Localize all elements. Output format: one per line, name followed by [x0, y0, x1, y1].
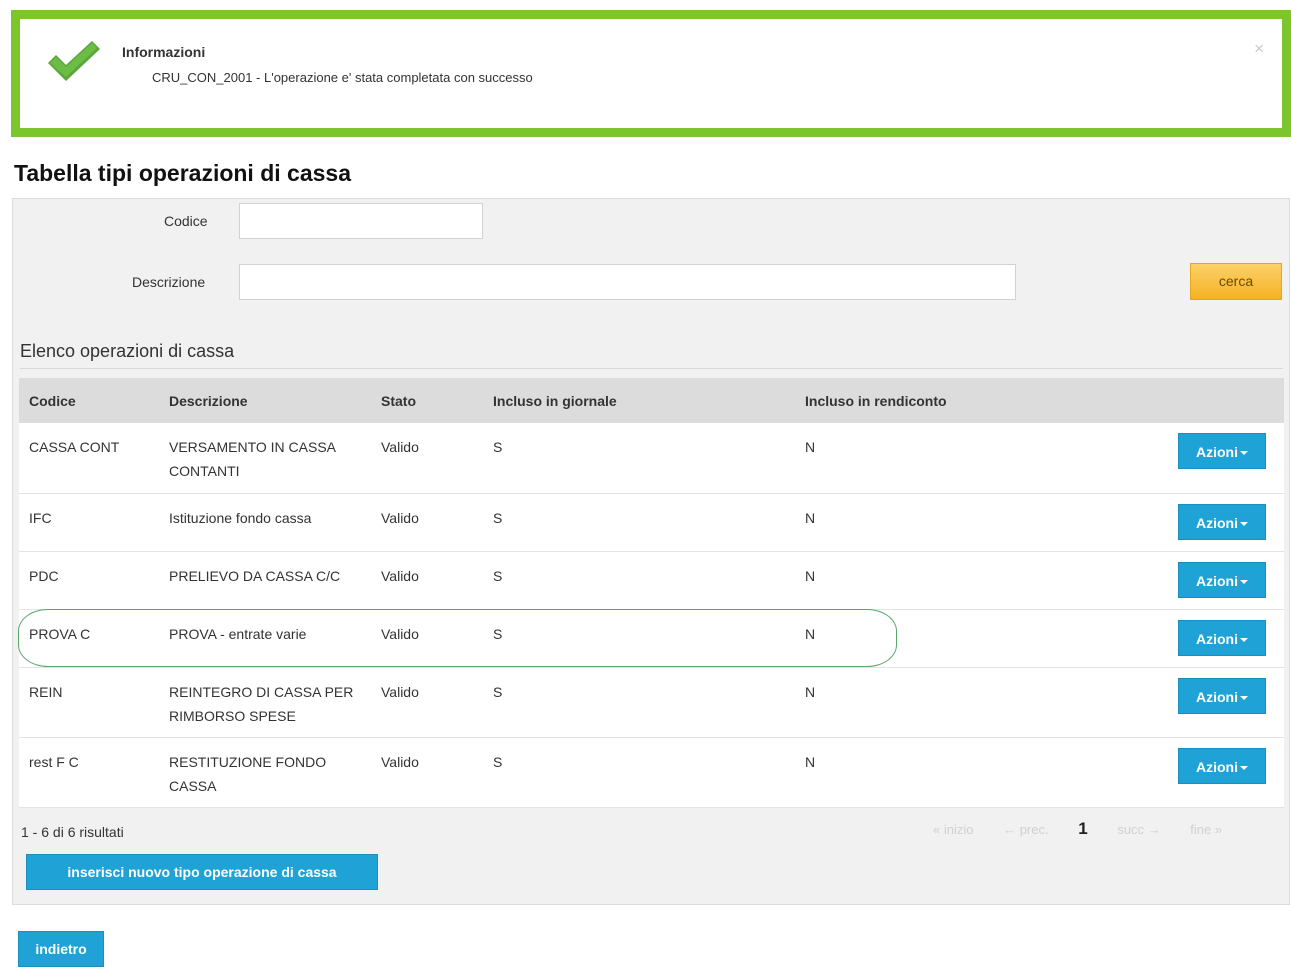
caret-down-icon	[1240, 579, 1248, 584]
table-row: PROVA C PROVA - entrate varie Valido S N…	[19, 609, 1284, 668]
alert-message: CRU_CON_2001 - L'operazione e' stata com…	[152, 70, 533, 85]
cell-codice: rest F C	[19, 737, 159, 808]
close-icon[interactable]: ×	[1254, 39, 1264, 59]
cell-giornale: S	[483, 551, 795, 610]
azioni-button[interactable]: Azioni	[1178, 503, 1266, 540]
cell-giornale: S	[483, 737, 795, 808]
cell-rendiconto: N	[795, 737, 1125, 808]
pager-current: 1	[1078, 819, 1088, 838]
table-row: REIN REINTEGRO DI CASSA PER RIMBORSO SPE…	[19, 667, 1284, 738]
column-header: Stato	[371, 378, 483, 423]
caret-down-icon	[1240, 695, 1248, 700]
cell-actions: Azioni	[1125, 609, 1284, 668]
azioni-button[interactable]: Azioni	[1178, 619, 1266, 656]
azioni-label: Azioni	[1196, 514, 1238, 531]
cell-descrizione: PRELIEVO DA CASSA C/C	[159, 551, 371, 610]
cell-actions: Azioni	[1125, 493, 1284, 552]
caret-down-icon	[1240, 521, 1248, 526]
cell-codice: IFC	[19, 493, 159, 552]
cell-descrizione: PROVA - entrate varie	[159, 609, 371, 668]
cell-rendiconto: N	[795, 493, 1125, 552]
new-operation-type-button[interactable]: inserisci nuovo tipo operazione di cassa	[26, 854, 378, 890]
pagination: « inizio ← prec. 1 succ → fine »	[933, 819, 1248, 839]
cell-rendiconto: N	[795, 667, 1125, 738]
cell-descrizione: RESTITUZIONE FONDO CASSA	[159, 737, 371, 808]
operations-table: Codice Descrizione Stato Incluso in gior…	[19, 378, 1284, 808]
back-button[interactable]: indietro	[18, 931, 104, 967]
success-alert: Informazioni CRU_CON_2001 - L'operazione…	[11, 10, 1291, 137]
caret-down-icon	[1240, 451, 1248, 456]
cell-descrizione: Istituzione fondo cassa	[159, 493, 371, 552]
table-row: rest F C RESTITUZIONE FONDO CASSA Valido…	[19, 737, 1284, 808]
column-header: Descrizione	[159, 378, 371, 423]
cell-actions: Azioni	[1125, 737, 1284, 808]
cell-rendiconto: N	[795, 609, 1125, 668]
pager-first[interactable]: « inizio	[933, 822, 973, 837]
pager-last[interactable]: fine »	[1190, 822, 1222, 837]
cell-codice: PROVA C	[19, 609, 159, 668]
descrizione-input[interactable]	[239, 264, 1016, 300]
alert-title: Informazioni	[122, 44, 206, 60]
codice-input[interactable]	[239, 203, 483, 239]
pager-next[interactable]: succ →	[1117, 822, 1160, 837]
search-panel: Codice Descrizione cerca Elenco operazio…	[12, 198, 1290, 905]
pager-prev[interactable]: ← prec.	[1003, 822, 1049, 837]
cell-giornale: S	[483, 423, 795, 494]
cell-codice: CASSA CONT	[19, 423, 159, 494]
cell-stato: Valido	[371, 737, 483, 808]
azioni-label: Azioni	[1196, 444, 1238, 460]
column-header: Incluso in rendiconto	[795, 378, 1125, 423]
cell-rendiconto: N	[795, 423, 1125, 494]
azioni-button[interactable]: Azioni	[1178, 433, 1266, 469]
cell-codice: REIN	[19, 667, 159, 738]
cell-descrizione: REINTEGRO DI CASSA PER RIMBORSO SPESE	[159, 667, 371, 738]
search-button[interactable]: cerca	[1190, 263, 1282, 300]
cell-giornale: S	[483, 493, 795, 552]
cell-actions: Azioni	[1125, 551, 1284, 610]
cell-codice: PDC	[19, 551, 159, 610]
azioni-label: Azioni	[1196, 572, 1238, 589]
azioni-button[interactable]: Azioni	[1178, 747, 1266, 784]
cell-stato: Valido	[371, 423, 483, 494]
cell-actions: Azioni	[1125, 667, 1284, 738]
table-row: PDC PRELIEVO DA CASSA C/C Valido S N Azi…	[19, 551, 1284, 610]
table-row: IFC Istituzione fondo cassa Valido S N A…	[19, 493, 1284, 552]
azioni-label: Azioni	[1196, 688, 1238, 705]
azioni-button[interactable]: Azioni	[1178, 677, 1266, 714]
caret-down-icon	[1240, 637, 1248, 642]
caret-down-icon	[1240, 765, 1248, 770]
list-title: Elenco operazioni di cassa	[20, 341, 1283, 369]
cell-rendiconto: N	[795, 551, 1125, 610]
page-title: Tabella tipi operazioni di cassa	[14, 160, 352, 186]
cell-stato: Valido	[371, 667, 483, 738]
table-header-row: Codice Descrizione Stato Incluso in gior…	[19, 378, 1284, 423]
azioni-label: Azioni	[1196, 630, 1238, 647]
checkmark-icon	[48, 41, 100, 81]
descrizione-label: Descrizione	[132, 274, 206, 290]
table-row: CASSA CONT VERSAMENTO IN CASSA CONTANTI …	[19, 423, 1284, 494]
azioni-button[interactable]: Azioni	[1178, 561, 1266, 598]
cell-giornale: S	[483, 609, 795, 668]
results-count: 1 - 6 di 6 risultati	[21, 824, 124, 840]
cell-stato: Valido	[371, 609, 483, 668]
cell-actions: Azioni	[1125, 423, 1284, 494]
azioni-label: Azioni	[1196, 758, 1238, 775]
cell-giornale: S	[483, 667, 795, 738]
column-header: Codice	[19, 378, 159, 423]
column-header: Incluso in giornale	[483, 378, 795, 423]
codice-label: Codice	[164, 213, 208, 229]
cell-stato: Valido	[371, 551, 483, 610]
cell-stato: Valido	[371, 493, 483, 552]
cell-descrizione: VERSAMENTO IN CASSA CONTANTI	[159, 423, 371, 494]
column-header-actions	[1125, 378, 1284, 423]
